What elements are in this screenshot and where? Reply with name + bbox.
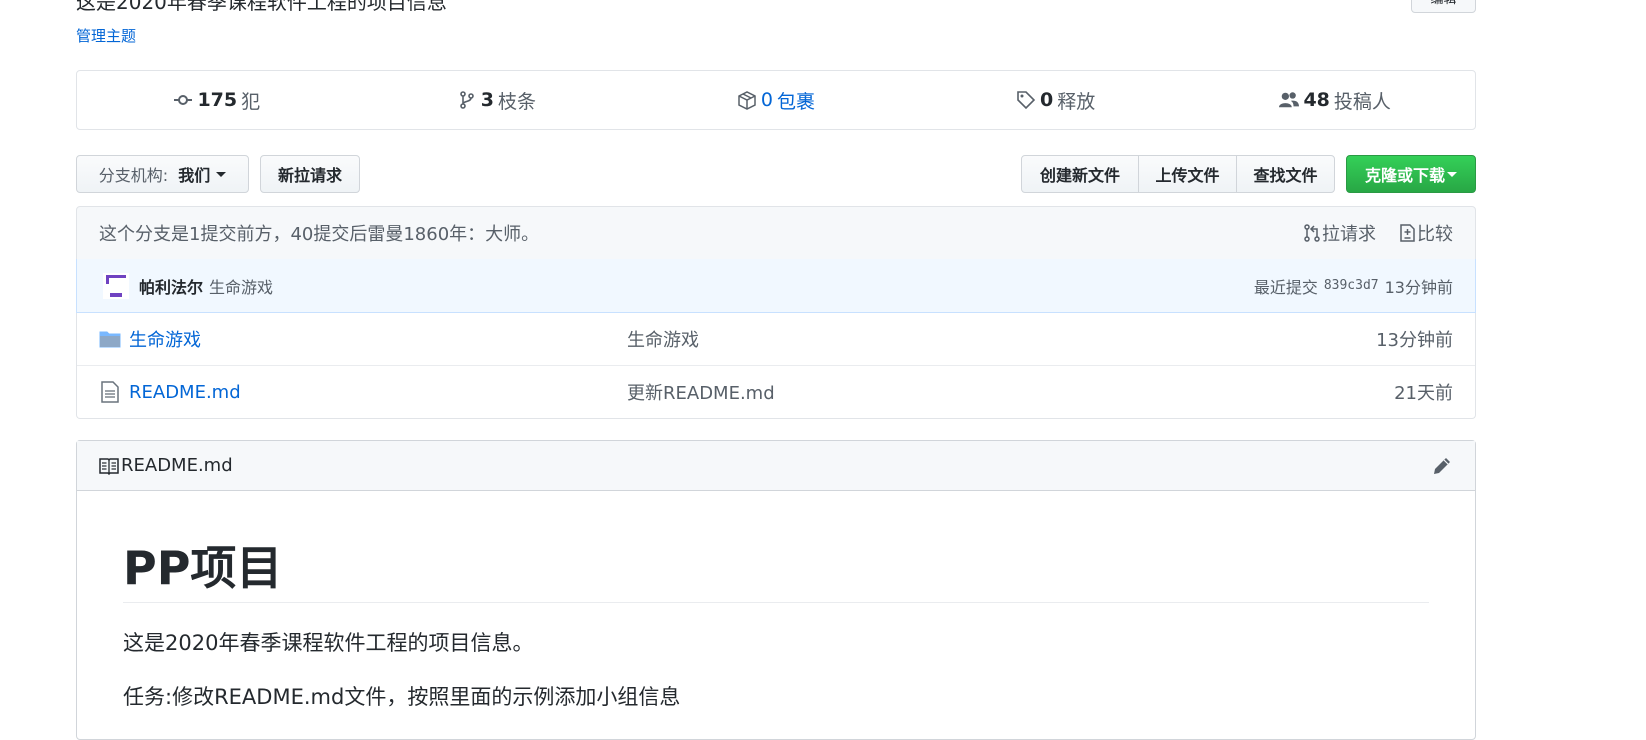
branch-status-text: 这个分支是1提交前方，40提交后雷曼1860年：大师。 bbox=[99, 224, 540, 245]
readme-content: PP项目 这是2020年春季课程软件工程的项目信息。 任务:修改README.m… bbox=[77, 543, 1475, 711]
book-icon bbox=[99, 457, 119, 475]
commit-sha[interactable]: 839c3d7 bbox=[1324, 278, 1379, 293]
readme-paragraph: 这是2020年春季课程软件工程的项目信息。 bbox=[123, 630, 534, 655]
stat-count: 48 bbox=[1303, 89, 1330, 111]
stat-releases[interactable]: 0 释放 bbox=[916, 87, 1196, 114]
clone-label: 克隆或下载 bbox=[1364, 166, 1445, 185]
compare-label: 比较 bbox=[1417, 224, 1453, 245]
chevron-down-icon bbox=[1447, 171, 1457, 177]
branch-icon bbox=[459, 91, 474, 109]
file-age: 21天前 bbox=[1394, 383, 1453, 404]
repo-description: 这是2020年春季课程软件工程的项目信息 bbox=[76, 0, 447, 14]
file-icon bbox=[101, 381, 119, 403]
stat-packages[interactable]: 0 包裹 bbox=[636, 87, 916, 114]
diff-icon bbox=[1400, 224, 1415, 242]
repo-stats-bar: 175 犯 3 枝条 0 包裹 0 释放 48 投稿人 bbox=[76, 70, 1476, 130]
stat-label: 犯 bbox=[241, 90, 261, 113]
readme-header: README.md bbox=[77, 441, 1475, 491]
readme-title: README.md bbox=[99, 455, 1431, 476]
pull-request-label: 拉请求 bbox=[1322, 224, 1376, 245]
stat-label: 枝条 bbox=[498, 90, 537, 113]
avatar[interactable] bbox=[103, 272, 129, 299]
branch-status-bar: 这个分支是1提交前方，40提交后雷曼1860年：大师。 拉请求 比较 bbox=[76, 206, 1476, 260]
create-new-file-button[interactable]: 创建新文件 bbox=[1021, 155, 1139, 193]
branch-prefix-label: 分支机构: bbox=[98, 166, 169, 185]
stat-contributors[interactable]: 48 投稿人 bbox=[1195, 87, 1475, 114]
stat-commits[interactable]: 175 犯 bbox=[77, 87, 357, 114]
stat-count: 0 bbox=[1039, 89, 1054, 111]
readme-filename: README.md bbox=[121, 455, 233, 476]
edit-description-button[interactable]: 编辑 bbox=[1411, 0, 1476, 13]
readme-paragraph: 任务:修改README.md文件，按照里面的示例添加小组信息 bbox=[123, 684, 681, 709]
tag-icon bbox=[1017, 91, 1036, 110]
readme-panel: README.md PP项目 这是2020年春季课程软件工程的项目信息。 任务:… bbox=[76, 440, 1476, 740]
commit-author[interactable]: 帕利法尔 bbox=[139, 274, 203, 298]
stat-label: 投稿人 bbox=[1333, 90, 1391, 113]
package-icon bbox=[738, 91, 756, 110]
file-name-link[interactable]: 生命游戏 bbox=[129, 326, 627, 352]
branch-name: 我们 bbox=[178, 166, 211, 185]
latest-commit-label: 最近提交 bbox=[1253, 277, 1318, 297]
compare-link[interactable]: 比较 bbox=[1398, 220, 1453, 246]
commit-message[interactable]: 生命游戏 bbox=[209, 274, 1254, 298]
stat-label: 释放 bbox=[1057, 90, 1096, 113]
stat-count: 175 bbox=[197, 89, 238, 111]
pencil-icon[interactable] bbox=[1431, 455, 1453, 477]
file-table: 生命游戏 生命游戏 13分钟前 README.md 更新README.md 21… bbox=[76, 313, 1476, 419]
manage-topics-link[interactable]: 管理主题 bbox=[76, 25, 136, 46]
latest-commit-bar: 帕利法尔 生命游戏 最近提交 839c3d7 13分钟前 bbox=[76, 259, 1476, 313]
commit-age: 13分钟前 bbox=[1384, 277, 1453, 297]
stat-branches[interactable]: 3 枝条 bbox=[357, 87, 637, 114]
commit-icon bbox=[174, 95, 193, 105]
pull-request-icon bbox=[1304, 224, 1320, 242]
people-icon bbox=[1279, 92, 1300, 108]
chevron-down-icon bbox=[216, 171, 227, 177]
table-row: 生命游戏 生命游戏 13分钟前 bbox=[77, 313, 1475, 365]
pull-request-link[interactable]: 拉请求 bbox=[1303, 220, 1376, 246]
stat-count: 0 bbox=[760, 89, 774, 111]
find-file-button[interactable]: 查找文件 bbox=[1236, 155, 1335, 193]
stat-label: 包裹 bbox=[777, 90, 816, 113]
upload-files-button[interactable]: 上传文件 bbox=[1138, 155, 1237, 193]
new-pull-request-button[interactable]: 新拉请求 bbox=[260, 155, 360, 193]
file-name-link[interactable]: README.md bbox=[129, 382, 627, 403]
clone-download-button[interactable]: 克隆或下载 bbox=[1346, 155, 1476, 193]
table-row: README.md 更新README.md 21天前 bbox=[77, 365, 1475, 418]
folder-icon bbox=[99, 331, 121, 348]
file-commit-message[interactable]: 更新README.md bbox=[627, 379, 1394, 405]
readme-heading: PP项目 bbox=[123, 543, 1429, 603]
file-commit-message[interactable]: 生命游戏 bbox=[627, 326, 1376, 352]
branch-select-button[interactable]: 分支机构: 我们 bbox=[76, 155, 249, 193]
file-age: 13分钟前 bbox=[1376, 330, 1453, 351]
stat-count: 3 bbox=[480, 89, 494, 111]
